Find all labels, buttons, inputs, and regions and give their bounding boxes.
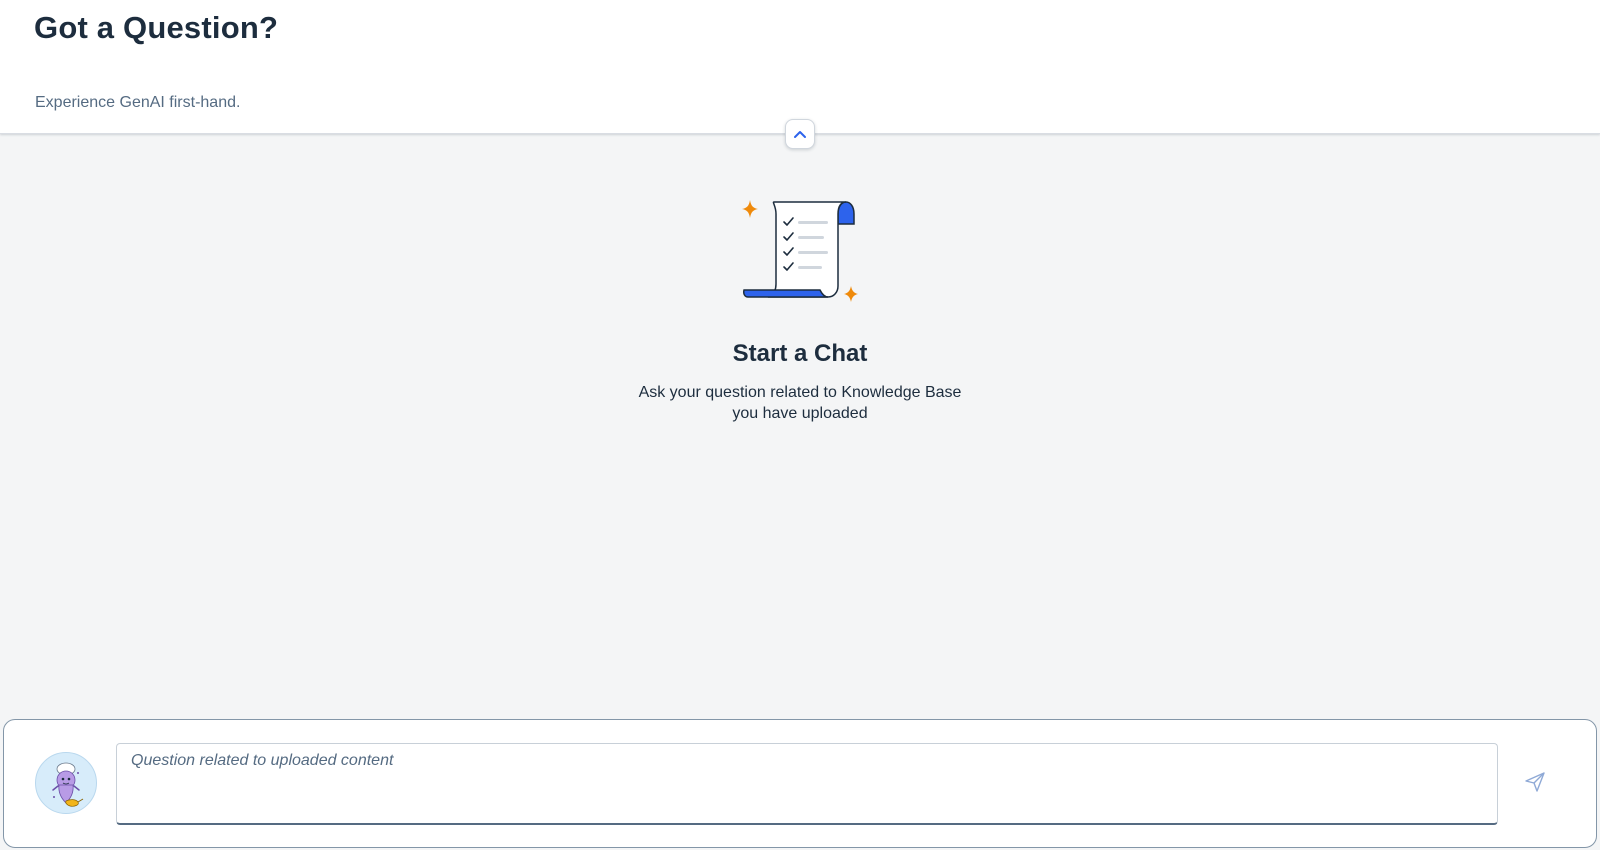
page-title: Got a Question? <box>34 10 279 45</box>
checklist-scroll-illustration <box>742 200 858 302</box>
paper-plane-send-icon <box>1525 772 1545 792</box>
assistant-genie-avatar <box>52 762 84 807</box>
chat-input-bar <box>3 719 1597 848</box>
empty-state-description: Ask your question related to Knowledge B… <box>638 384 962 422</box>
chevron-up-icon <box>794 131 806 138</box>
collapse-header-button[interactable] <box>785 119 815 149</box>
assistant-avatar <box>35 752 97 814</box>
question-input[interactable] <box>116 743 1498 825</box>
empty-state-title: Start a Chat <box>732 340 868 367</box>
send-button[interactable] <box>1518 765 1552 799</box>
page-subtitle: Experience GenAI first-hand. <box>35 94 241 111</box>
empty-state: Start a Chat Ask your question related t… <box>0 190 1600 424</box>
page-header: Got a Question? Experience GenAI first-h… <box>0 0 1600 134</box>
